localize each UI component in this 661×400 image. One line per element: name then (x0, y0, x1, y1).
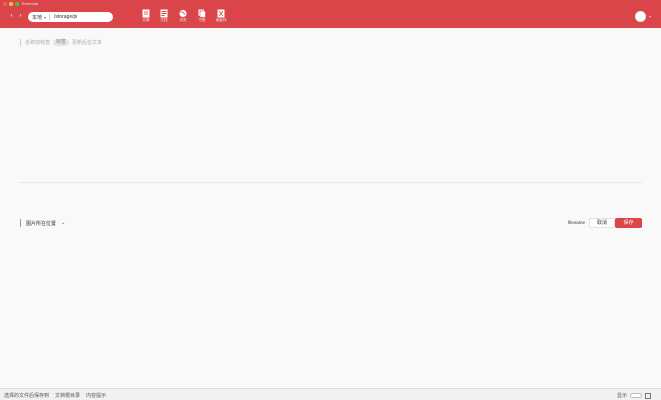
address-bar[interactable]: 本地 ▾ /storage/pi (28, 12, 113, 22)
chevron-down-icon[interactable]: ▾ (44, 15, 46, 20)
notebook-icon (142, 9, 150, 18)
bookmark-icon (198, 9, 206, 18)
minimize-window-button[interactable] (9, 2, 13, 6)
breadcrumb: 名称加标签 标签 更新后在文本 (20, 38, 102, 47)
save-location-select[interactable]: 图片所在位置 ⌄ (20, 218, 65, 228)
app-title: Evernote (22, 1, 39, 6)
save-location-value: 图片所在位置 (26, 220, 57, 227)
tool-bookmark-button[interactable]: 书签 (193, 9, 211, 23)
top-toolbar: Evernote ‹ › 本地 ▾ /storage/pi 记事 文档 浏览 书… (0, 0, 661, 28)
status-items: 选择的文件后保存到 文档根目录 内容提示 (4, 392, 106, 399)
tool-label: 浏览 (179, 18, 187, 22)
window-controls (3, 2, 19, 6)
breadcrumb-tag[interactable]: 标签 (53, 39, 70, 46)
display-toggle[interactable] (630, 393, 643, 398)
address-separator (49, 14, 51, 20)
save-button[interactable]: 保存 (615, 218, 642, 228)
address-path[interactable]: /storage/pi (54, 14, 77, 20)
status-item[interactable]: 内容提示 (86, 392, 106, 399)
chevron-down-icon: ⌄ (61, 220, 66, 226)
address-scheme: 本地 (32, 14, 43, 21)
chevron-down-icon[interactable]: ▾ (649, 14, 651, 19)
filename-label: filename (568, 220, 586, 225)
avatar[interactable] (635, 11, 646, 22)
forward-button[interactable]: › (16, 12, 25, 21)
maximize-window-button[interactable] (15, 2, 19, 6)
status-right-label: 显示 (617, 393, 628, 399)
tool-notebook-button[interactable]: 记事 (137, 9, 155, 23)
chevron-right-icon: › (19, 13, 22, 19)
breadcrumb-marker (20, 39, 21, 46)
select-marker (20, 219, 21, 227)
breadcrumb-trail[interactable]: 更新后在文本 (72, 39, 102, 46)
close-window-button[interactable] (3, 2, 7, 6)
status-item[interactable]: 选择的文件后保存到 (4, 392, 49, 399)
tool-label: 画板列 (215, 18, 227, 22)
content-divider (18, 182, 642, 183)
tool-label: 书签 (198, 18, 206, 22)
breadcrumb-lead[interactable]: 名称加标签 (25, 39, 50, 46)
chevron-left-icon: ‹ (10, 13, 13, 19)
tool-document-button[interactable]: 文档 (155, 9, 173, 23)
canvas-icon (217, 9, 225, 18)
status-item[interactable]: 文档根目录 (55, 392, 80, 399)
tool-label: 文档 (160, 18, 168, 22)
cancel-button[interactable]: 取消 (589, 218, 615, 228)
back-button[interactable]: ‹ (7, 12, 16, 21)
tool-browse-button[interactable]: 浏览 (174, 9, 192, 23)
globe-icon (179, 9, 187, 18)
tool-canvas-button[interactable]: 画板列 (212, 9, 230, 23)
status-right: 显示 (617, 392, 652, 399)
status-bar: 选择的文件后保存到 文档根目录 内容提示 显示 (0, 388, 661, 400)
tool-label: 记事 (142, 18, 150, 22)
fullscreen-icon[interactable] (645, 392, 652, 399)
document-icon (160, 9, 168, 18)
